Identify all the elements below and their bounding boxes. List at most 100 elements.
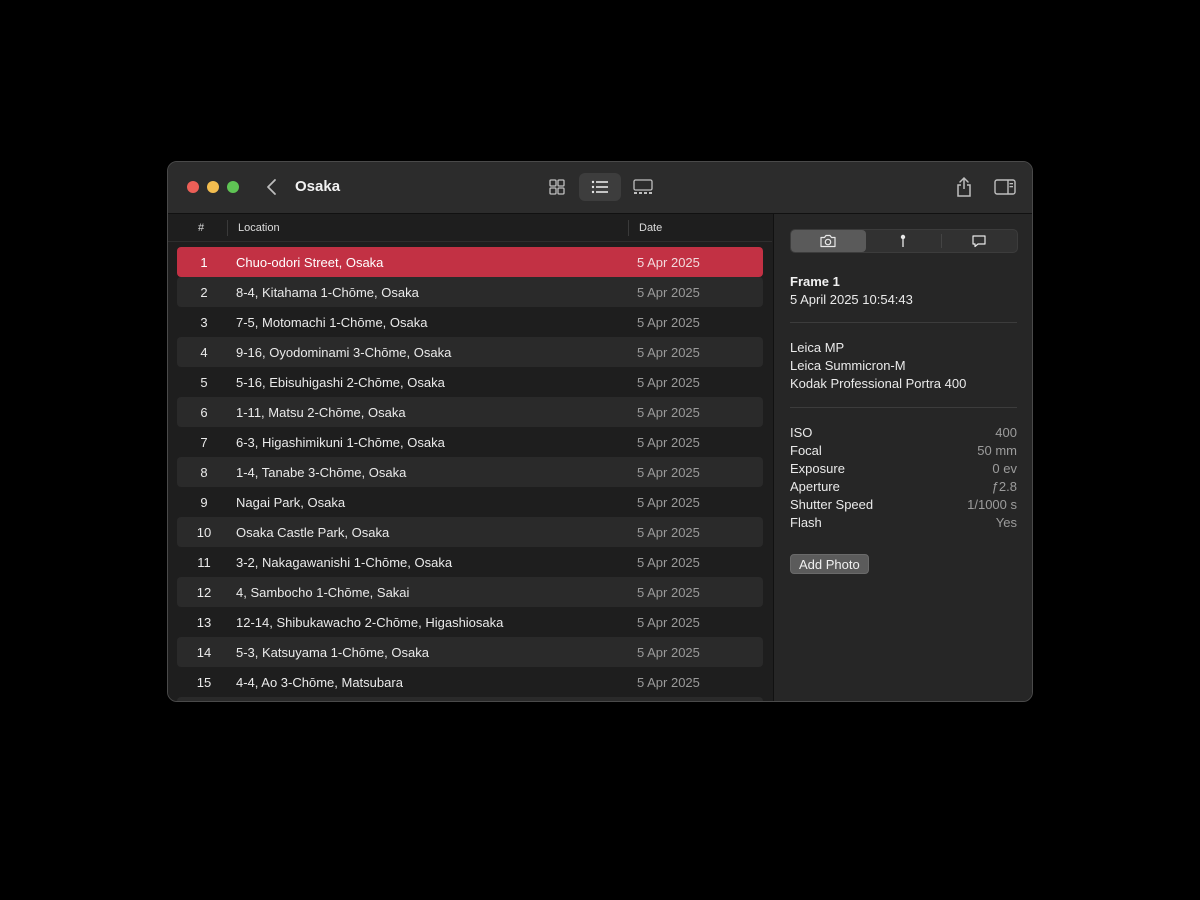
sidebar-toggle-button[interactable] (994, 178, 1016, 201)
row-location: 8-4, Kitahama 1-Chōme, Osaka (236, 285, 419, 300)
chevron-left-icon (267, 179, 276, 195)
row-location: 1-4, Tanabe 3-Chōme, Osaka (236, 465, 407, 480)
row-location: Osaka Castle Park, Osaka (236, 525, 390, 540)
table-row[interactable]: 15 4-4, Ao 3-Chōme, Matsubara 5 Apr 2025 (177, 667, 763, 697)
column-divider[interactable] (628, 220, 629, 236)
zoom-window-button[interactable] (227, 181, 239, 193)
row-number: 14 (196, 645, 212, 660)
table-row[interactable]: 9 Nagai Park, Osaka 5 Apr 2025 (177, 487, 763, 517)
row-date: 5 Apr 2025 (637, 405, 700, 420)
table-header: # Location Date (168, 214, 772, 242)
table-row[interactable] (177, 697, 763, 701)
row-location: 4-4, Ao 3-Chōme, Matsubara (236, 675, 403, 690)
row-number: 15 (196, 675, 212, 690)
row-date: 5 Apr 2025 (637, 585, 700, 600)
camera-icon (820, 234, 836, 248)
film-stock: Kodak Professional Portra 400 (790, 376, 967, 391)
table-row[interactable]: 12 4, Sambocho 1-Chōme, Sakai 5 Apr 2025 (177, 577, 763, 607)
row-location: Chuo-odori Street, Osaka (236, 255, 384, 270)
gallery-view-button[interactable] (622, 173, 664, 201)
column-header-number[interactable]: # (198, 222, 204, 234)
table-row[interactable]: 6 1-11, Matsu 2-Chōme, Osaka 5 Apr 2025 (177, 397, 763, 427)
tab-comments[interactable] (942, 230, 1017, 252)
row-number: 4 (200, 345, 208, 360)
row-number: 2 (200, 285, 208, 300)
setting-value: 400 (995, 425, 1017, 440)
table-row[interactable]: 8 1-4, Tanabe 3-Chōme, Osaka 5 Apr 2025 (177, 457, 763, 487)
row-number: 8 (200, 465, 208, 480)
row-number: 9 (200, 495, 208, 510)
setting-label: Flash (790, 515, 822, 530)
list-icon (591, 180, 608, 194)
toolbar: Osaka (168, 162, 1032, 214)
row-date: 5 Apr 2025 (637, 525, 700, 540)
table-row[interactable]: 3 7-5, Motomachi 1-Chōme, Osaka 5 Apr 2025 (177, 307, 763, 337)
inspector-tabs (790, 229, 1018, 253)
setting-value: 0 ev (992, 461, 1017, 476)
row-number: 12 (196, 585, 212, 600)
table-row[interactable]: 4 9-16, Oyodominami 3-Chōme, Osaka 5 Apr 2… (177, 337, 763, 367)
divider (790, 322, 1017, 323)
speech-bubble-icon (972, 235, 986, 248)
close-window-button[interactable] (187, 181, 199, 193)
row-number: 7 (200, 435, 208, 450)
row-date: 5 Apr 2025 (637, 465, 700, 480)
row-location: 5-16, Ebisuhigashi 2-Chōme, Osaka (236, 375, 445, 390)
divider (790, 407, 1017, 408)
table-row[interactable]: 10 Osaka Castle Park, Osaka 5 Apr 2025 (177, 517, 763, 547)
row-number: 10 (196, 525, 212, 540)
row-date: 5 Apr 2025 (637, 345, 700, 360)
row-date: 5 Apr 2025 (637, 285, 700, 300)
table-row[interactable]: 1 Chuo-odori Street, Osaka 5 Apr 2025 (177, 247, 763, 277)
row-date: 5 Apr 2025 (637, 615, 700, 630)
setting-value: 1/1000 s (967, 497, 1017, 512)
row-number: 1 (200, 255, 208, 270)
row-location: 7-5, Motomachi 1-Chōme, Osaka (236, 315, 428, 330)
minimize-window-button[interactable] (207, 181, 219, 193)
row-number: 3 (200, 315, 208, 330)
app-window: Osaka # Location Date 1 Chuo-odori Stree… (167, 161, 1033, 702)
grid-icon (549, 179, 565, 195)
row-location: 5-3, Katsuyama 1-Chōme, Osaka (236, 645, 429, 660)
column-divider[interactable] (227, 220, 228, 236)
setting-flash: Flash Yes (790, 515, 1017, 533)
frame-datetime: 5 April 2025 10:54:43 (790, 292, 913, 307)
setting-value: Yes (995, 515, 1017, 530)
row-date: 5 Apr 2025 (637, 255, 700, 270)
tab-location[interactable] (866, 230, 941, 252)
row-number: 6 (200, 405, 208, 420)
sidebar-right-icon (994, 179, 1016, 195)
setting-exposure: Exposure 0 ev (790, 461, 1017, 479)
row-location: 12-14, Shibukawacho 2-Chōme, Higashiosak… (236, 615, 504, 630)
share-icon (957, 176, 971, 197)
list-view-button[interactable] (579, 173, 621, 201)
setting-value: ƒ2.8 (991, 479, 1017, 494)
setting-label: Focal (790, 443, 822, 458)
add-photo-button[interactable]: Add Photo (790, 554, 869, 574)
table-row[interactable]: 11 3-2, Nakagawanishi 1-Chōme, Osaka 5 Apr… (177, 547, 763, 577)
table-row[interactable]: 5 5-16, Ebisuhigashi 2-Chōme, Osaka 5 Apr … (177, 367, 763, 397)
back-button[interactable] (262, 176, 282, 198)
setting-aperture: Aperture ƒ2.8 (790, 479, 1017, 497)
window-title: Osaka (295, 178, 341, 195)
row-date: 5 Apr 2025 (637, 495, 700, 510)
table-row[interactable]: 2 8-4, Kitahama 1-Chōme, Osaka 5 Apr 2025 (177, 277, 763, 307)
row-date: 5 Apr 2025 (637, 675, 700, 690)
row-location: Nagai Park, Osaka (236, 495, 346, 510)
setting-label: Aperture (790, 479, 840, 494)
grid-view-button[interactable] (536, 173, 578, 201)
inspector-panel: Frame 1 5 April 2025 10:54:43 Leica MP L… (773, 214, 1032, 701)
row-number: 5 (200, 375, 208, 390)
column-header-date[interactable]: Date (639, 222, 662, 234)
table-row[interactable]: 14 5-3, Katsuyama 1-Chōme, Osaka 5 Apr 202… (177, 637, 763, 667)
row-date: 5 Apr 2025 (637, 645, 700, 660)
setting-focal: Focal 50 mm (790, 443, 1017, 461)
table-row[interactable]: 7 6-3, Higashimikuni 1-Chōme, Osaka 5 Apr … (177, 427, 763, 457)
tab-camera[interactable] (791, 230, 866, 252)
row-number: 13 (196, 615, 212, 630)
column-header-location[interactable]: Location (238, 222, 280, 234)
setting-shutter-speed: Shutter Speed 1/1000 s (790, 497, 1017, 515)
share-button[interactable] (955, 176, 973, 203)
row-location: 4, Sambocho 1-Chōme, Sakai (236, 585, 410, 600)
table-row[interactable]: 13 12-14, Shibukawacho 2-Chōme, Higashios… (177, 607, 763, 637)
